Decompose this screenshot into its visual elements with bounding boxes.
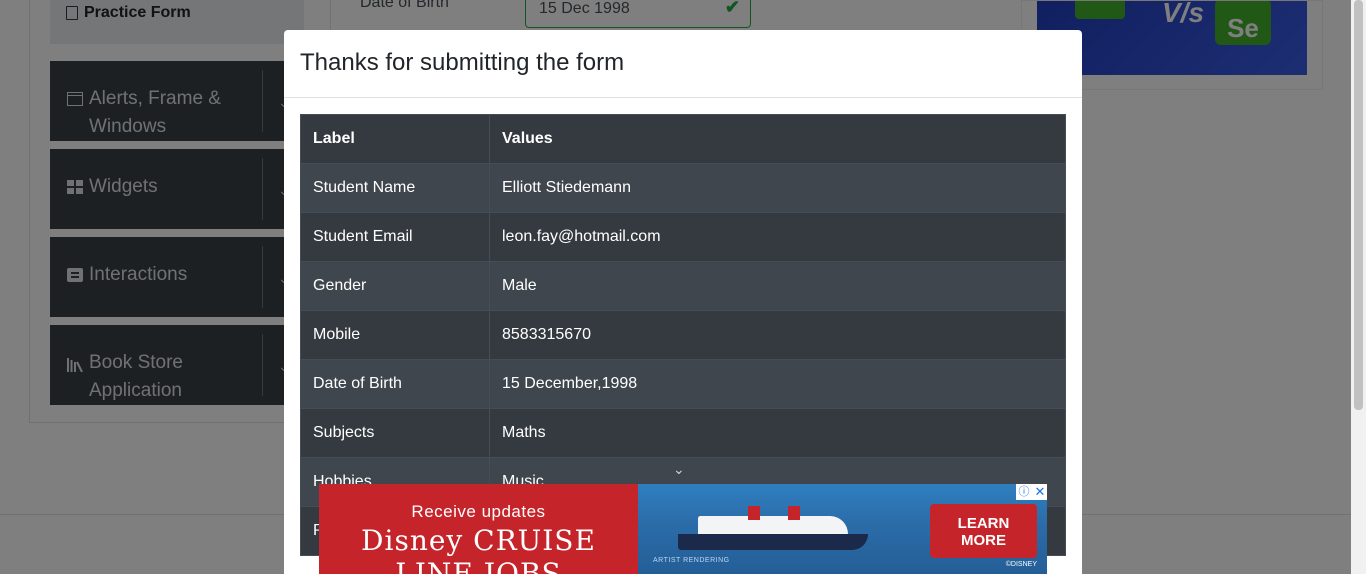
- column-header-label: Label: [300, 114, 490, 164]
- learn-more-line1: LEARN: [957, 515, 1010, 532]
- ad-choices-icon[interactable]: ⓘ: [1016, 484, 1032, 500]
- row-value: Maths: [489, 408, 1066, 458]
- row-label: Subjects: [300, 408, 490, 458]
- row-value: Elliott Stiedemann: [489, 163, 1066, 213]
- ad-copyright: ©DISNEY: [1005, 561, 1037, 568]
- learn-more-line2: MORE: [961, 532, 1006, 549]
- modal-header: Thanks for submitting the form: [284, 30, 1082, 98]
- advertisement-banner[interactable]: Receive updates Disney CRUISE LINE JOBS …: [319, 484, 1047, 574]
- row-label: Gender: [300, 261, 490, 311]
- row-label: Date of Birth: [300, 359, 490, 409]
- table-row: Student Name Elliott Stiedemann: [300, 163, 1066, 213]
- row-value: Male: [489, 261, 1066, 311]
- table-row: Date of Birth 15 December,1998: [300, 359, 1066, 409]
- modal-title: Thanks for submitting the form: [300, 49, 625, 76]
- table-row: Subjects Maths: [300, 408, 1066, 458]
- ad-close-icon[interactable]: ✕: [1032, 484, 1047, 500]
- column-header-values: Values: [489, 114, 1066, 164]
- row-label: Student Email: [300, 212, 490, 262]
- table-row: Gender Male: [300, 261, 1066, 311]
- ad-fine-print: ARTIST RENDERING: [653, 557, 730, 564]
- ad-text-panel: Receive updates Disney CRUISE LINE JOBS: [319, 484, 638, 574]
- row-label: Mobile: [300, 310, 490, 360]
- row-label: Student Name: [300, 163, 490, 213]
- row-value: leon.fay@hotmail.com: [489, 212, 1066, 262]
- learn-more-button[interactable]: LEARN MORE: [930, 504, 1037, 558]
- table-row: Mobile 8583315670: [300, 310, 1066, 360]
- scrollbar-thumb[interactable]: [1354, 0, 1363, 410]
- chevron-down-icon[interactable]: ⌄: [673, 462, 687, 476]
- ad-brand-text: Disney CRUISE LINE JOBS: [361, 524, 596, 574]
- cruise-ship-image: [678, 506, 868, 550]
- ad-headline: Receive updates: [411, 502, 546, 521]
- row-value: 15 December,1998: [489, 359, 1066, 409]
- page-scrollbar[interactable]: [1351, 0, 1366, 574]
- row-value: 8583315670: [489, 310, 1066, 360]
- table-row: Student Email leon.fay@hotmail.com: [300, 212, 1066, 262]
- table-header-row: Label Values: [300, 114, 1066, 164]
